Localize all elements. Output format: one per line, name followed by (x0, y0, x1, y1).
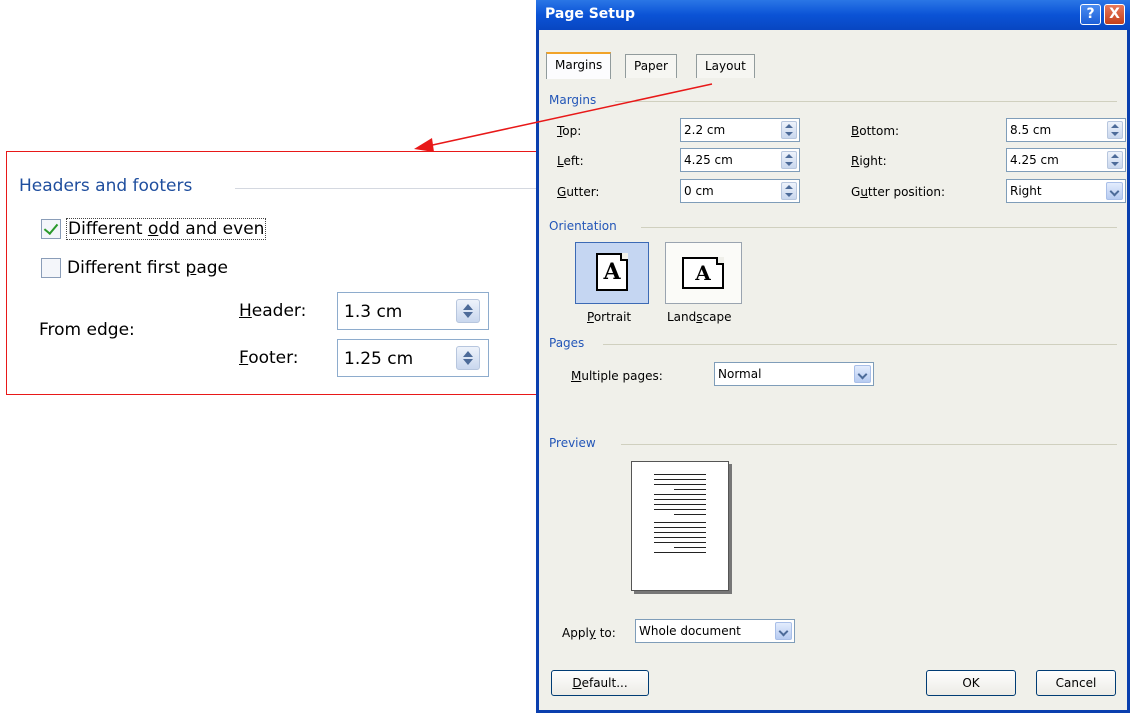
right-margin-value: 4.25 cm (1010, 153, 1059, 167)
ok-button[interactable]: OK (926, 670, 1016, 696)
chevron-down-icon[interactable] (775, 622, 792, 640)
preview-line (654, 509, 706, 510)
right-margin-label: Right: (851, 154, 887, 168)
gutter-spinner[interactable]: 0 cm (680, 179, 800, 203)
tab-paper[interactable]: Paper (625, 54, 677, 78)
margins-group-title: Margins (549, 93, 597, 107)
landscape-label: Landscape (667, 310, 732, 324)
preview-line (654, 494, 706, 495)
preview-line (654, 532, 706, 533)
group-divider (603, 344, 1117, 345)
preview-line (654, 527, 706, 528)
spinner-arrows-icon[interactable] (781, 182, 797, 200)
different-first-page-checkbox[interactable] (41, 258, 61, 278)
different-first-page-label: Different first page (67, 258, 228, 278)
gutter-position-label: Gutter position: (851, 185, 946, 199)
header-distance-value: 1.3 cm (344, 302, 403, 322)
headers-footers-title: Headers and footers (19, 176, 193, 196)
preview-line (654, 542, 706, 543)
apply-to-value: Whole document (639, 624, 741, 638)
dialog-title: Page Setup (545, 6, 635, 22)
portrait-button[interactable]: A (575, 242, 649, 304)
apply-to-label: Apply to: (562, 626, 616, 640)
different-odd-even-label: Different odd and even (65, 218, 267, 240)
help-button[interactable]: ? (1080, 4, 1101, 25)
preview-line (654, 499, 706, 500)
preview-line (674, 547, 706, 548)
top-margin-value: 2.2 cm (684, 123, 726, 137)
group-divider (615, 101, 1117, 102)
header-distance-spinner[interactable]: 1.3 cm (337, 292, 489, 330)
different-odd-even-checkbox[interactable] (41, 219, 61, 239)
footer-distance-spinner[interactable]: 1.25 cm (337, 339, 489, 377)
footer-label: Footer: (239, 348, 299, 368)
top-margin-spinner[interactable]: 2.2 cm (680, 118, 800, 142)
chevron-down-icon[interactable] (1106, 182, 1123, 200)
group-divider (235, 188, 537, 189)
group-divider (621, 444, 1117, 445)
preview-line (654, 522, 706, 523)
left-margin-label: Left: (557, 154, 584, 168)
spinner-arrows-icon[interactable] (456, 299, 480, 323)
page-setup-dialog: Page Setup ? X Margins Paper Layout Marg… (536, 0, 1130, 713)
preview-group-title: Preview (549, 436, 596, 450)
top-margin-label: Top: (557, 124, 582, 138)
spinner-arrows-icon[interactable] (456, 346, 480, 370)
tab-layout[interactable]: Layout (696, 54, 755, 78)
chevron-down-icon[interactable] (854, 365, 871, 383)
default-button[interactable]: Default... (551, 670, 649, 696)
preview-line (674, 489, 706, 490)
landscape-page-icon: A (682, 257, 724, 289)
bottom-margin-label: Bottom: (851, 124, 900, 138)
preview-line (654, 484, 706, 485)
spinner-arrows-icon[interactable] (1107, 151, 1123, 169)
different-first-page-checkbox-row[interactable]: Different first page (41, 258, 228, 278)
tab-margins[interactable]: Margins (546, 52, 612, 79)
header-label: Header: (239, 301, 307, 321)
portrait-page-icon: A (596, 253, 628, 291)
multiple-pages-value: Normal (718, 367, 762, 381)
spinner-arrows-icon[interactable] (1107, 121, 1123, 139)
gutter-position-value: Right (1010, 184, 1042, 198)
different-odd-even-checkbox-row[interactable]: Different odd and even (41, 218, 267, 240)
landscape-button[interactable]: A (665, 242, 742, 304)
pages-group-title: Pages (549, 336, 585, 350)
gutter-label: Gutter: (557, 185, 600, 199)
left-margin-value: 4.25 cm (684, 153, 733, 167)
apply-to-select[interactable]: Whole document (635, 619, 795, 643)
multiple-pages-label: Multiple pages: (571, 369, 663, 383)
preview-line (654, 479, 706, 480)
preview-line (654, 504, 706, 505)
right-margin-spinner[interactable]: 4.25 cm (1006, 148, 1126, 172)
preview-line (654, 474, 706, 475)
preview-line (654, 537, 706, 538)
bottom-margin-value: 8.5 cm (1010, 123, 1052, 137)
bottom-margin-spinner[interactable]: 8.5 cm (1006, 118, 1126, 142)
preview-line (654, 552, 706, 553)
gutter-value: 0 cm (684, 184, 714, 198)
from-edge-label: From edge: (39, 320, 135, 340)
title-bar[interactable]: Page Setup ? X (536, 0, 1130, 30)
spinner-arrows-icon[interactable] (781, 151, 797, 169)
page-preview (631, 461, 729, 591)
cancel-button[interactable]: Cancel (1036, 670, 1116, 696)
portrait-label: Portrait (587, 310, 632, 324)
gutter-position-select[interactable]: Right (1006, 179, 1126, 203)
footer-distance-value: 1.25 cm (344, 349, 414, 369)
multiple-pages-select[interactable]: Normal (714, 362, 874, 386)
close-button[interactable]: X (1104, 4, 1125, 25)
orientation-group-title: Orientation (549, 219, 617, 233)
headers-footers-callout: Headers and footers Different odd and ev… (6, 151, 538, 395)
preview-line (674, 514, 706, 515)
group-divider (641, 227, 1117, 228)
left-margin-spinner[interactable]: 4.25 cm (680, 148, 800, 172)
spinner-arrows-icon[interactable] (781, 121, 797, 139)
